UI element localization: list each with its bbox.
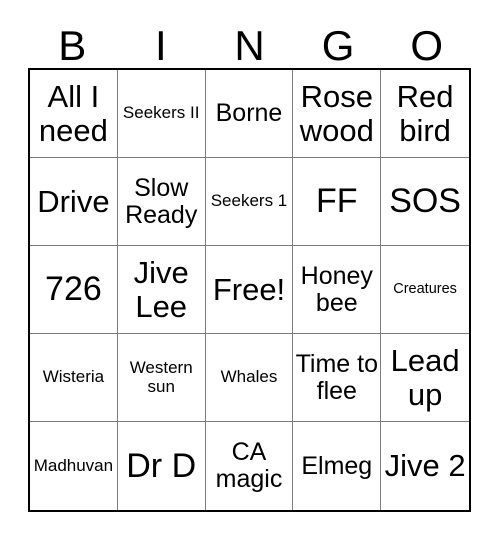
- bingo-cell[interactable]: CA magic: [205, 422, 294, 510]
- bingo-cell-label: Jive Lee: [133, 255, 189, 324]
- bingo-cell[interactable]: Whales: [205, 334, 294, 422]
- bingo-cell[interactable]: Wisteria: [30, 334, 118, 422]
- bingo-header-letter-g: G: [321, 22, 355, 69]
- bingo-cell-label: Lead up: [390, 343, 460, 412]
- bingo-cell-label: Whales: [220, 367, 278, 387]
- bingo-cell-label: All I need: [38, 79, 108, 148]
- bingo-cell[interactable]: Elmeg: [293, 422, 382, 510]
- bingo-cell-free[interactable]: Free!: [205, 246, 294, 334]
- bingo-cell-label: FF: [316, 182, 358, 221]
- bingo-cell[interactable]: FF: [293, 158, 382, 246]
- bingo-grid: All I need Seekers II Borne Rose wood Re…: [28, 68, 471, 512]
- bingo-header-letter-b: B: [58, 22, 87, 69]
- bingo-cell-label: Seekers II: [122, 103, 200, 123]
- bingo-cell-label: Elmeg: [301, 451, 373, 480]
- bingo-cell-label: CA magic: [215, 438, 283, 493]
- bingo-cell[interactable]: Seekers 1: [205, 158, 294, 246]
- bingo-cell-label: Madhuvan: [33, 455, 114, 475]
- bingo-cell[interactable]: SOS: [381, 158, 469, 246]
- bingo-cell-label: Red bird: [396, 79, 454, 148]
- bingo-cell[interactable]: Red bird: [381, 70, 469, 158]
- bingo-cell-label: Rose wood: [299, 79, 374, 148]
- bingo-header-letter-o: O: [410, 22, 443, 69]
- bingo-cell[interactable]: Time to flee: [293, 334, 382, 422]
- bingo-cell-label: SOS: [389, 182, 461, 221]
- bingo-header-row: B I N G O: [28, 14, 471, 68]
- bingo-cell-label: Dr D: [126, 446, 197, 485]
- bingo-cell[interactable]: Borne: [205, 70, 294, 158]
- bingo-cell-label: Creatures: [393, 280, 457, 297]
- bingo-cell-label: Slow Ready: [125, 173, 198, 229]
- bingo-cell[interactable]: Honey bee: [293, 246, 382, 334]
- bingo-cell[interactable]: All I need: [30, 70, 118, 158]
- bingo-cell-label: Jive 2: [384, 448, 466, 484]
- bingo-cell-label: Seekers 1: [210, 191, 288, 211]
- bingo-cell-label: 726: [45, 270, 102, 309]
- bingo-cell[interactable]: Slow Ready: [117, 158, 206, 246]
- bingo-cell[interactable]: Western sun: [117, 334, 206, 422]
- bingo-cell-label: Honey bee: [300, 261, 373, 317]
- bingo-cell[interactable]: Dr D: [117, 422, 206, 510]
- bingo-cell-label: Western sun: [129, 358, 193, 396]
- bingo-cell[interactable]: 726: [30, 246, 118, 334]
- bingo-cell-label: Borne: [215, 99, 283, 127]
- bingo-cell-label: Free!: [212, 271, 286, 307]
- bingo-cell[interactable]: Jive Lee: [117, 246, 206, 334]
- bingo-header-letter-i: I: [155, 22, 167, 69]
- bingo-cell[interactable]: Madhuvan: [30, 422, 118, 510]
- bingo-cell[interactable]: Creatures: [381, 246, 469, 334]
- bingo-card: B I N G O All I need Seekers II Borne Ro…: [28, 14, 471, 512]
- bingo-cell[interactable]: Jive 2: [381, 422, 469, 510]
- bingo-cell[interactable]: Seekers II: [117, 70, 206, 158]
- bingo-cell-label: Drive: [37, 183, 110, 219]
- bingo-cell-label: Wisteria: [42, 367, 105, 387]
- bingo-cell[interactable]: Drive: [30, 158, 118, 246]
- bingo-cell-label: Time to flee: [295, 349, 378, 405]
- bingo-cell[interactable]: Rose wood: [293, 70, 382, 158]
- bingo-header-letter-n: N: [234, 22, 265, 69]
- bingo-cell[interactable]: Lead up: [381, 334, 469, 422]
